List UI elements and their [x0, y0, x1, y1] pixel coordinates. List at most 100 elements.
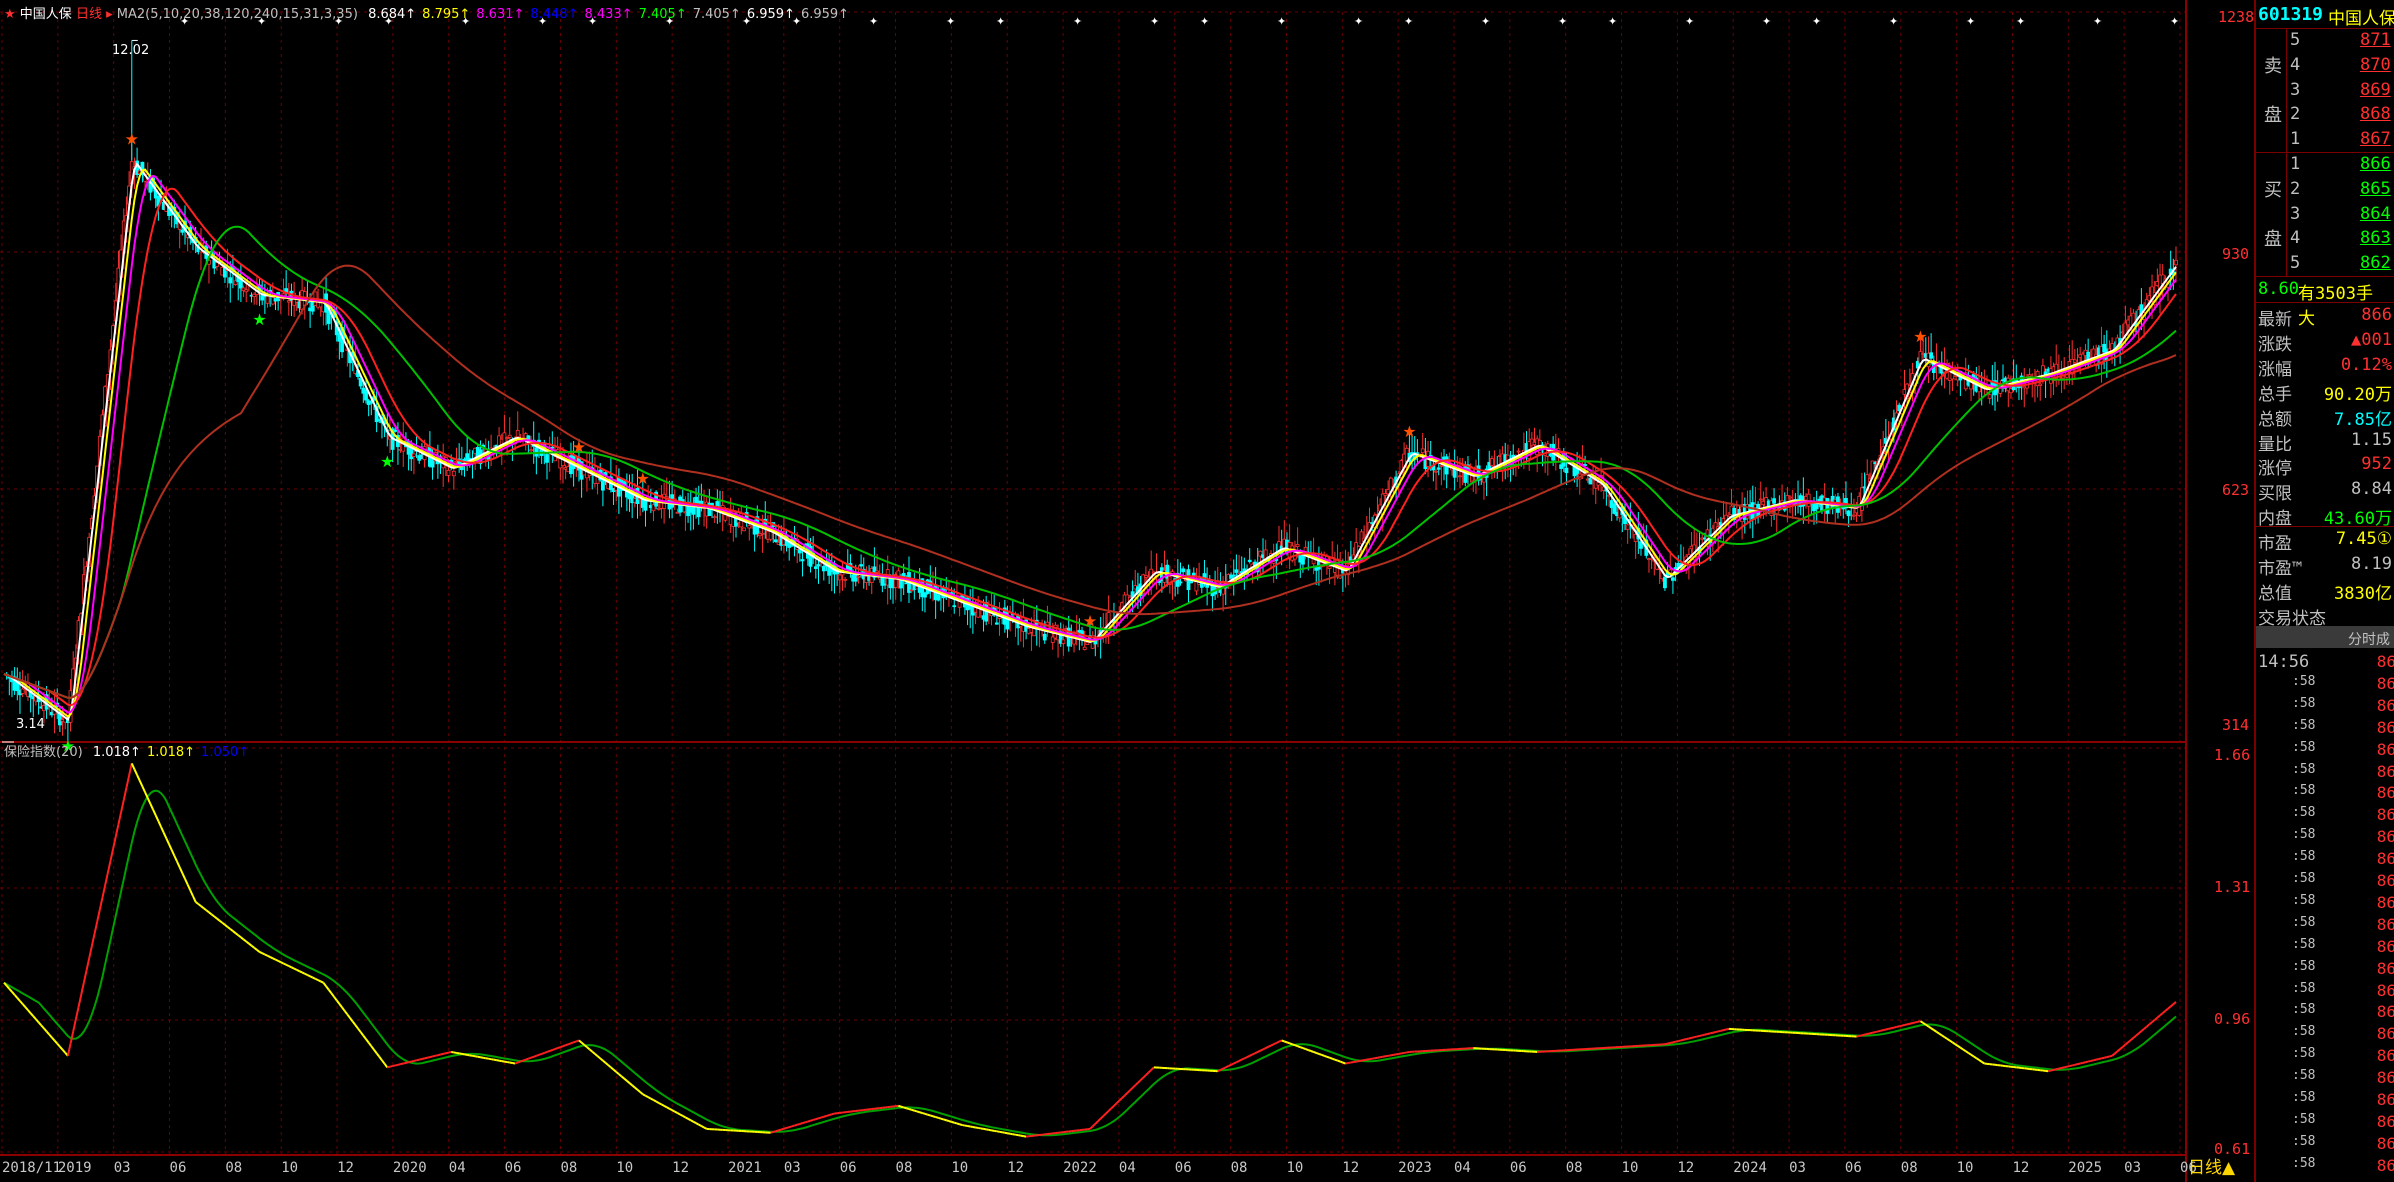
indicator-segment: [604, 1062, 609, 1066]
top-marker: ✦: [869, 15, 878, 28]
date-label: 03: [2124, 1160, 2141, 1176]
sell-row[interactable]: 4 870: [2256, 53, 2394, 77]
indicator-segment: [322, 982, 327, 987]
indicator-segment: [517, 1060, 521, 1064]
chart-area[interactable]: ★ ★ ★ ★ ★ ★ ★ ★ ★ ✦ ✦ ✦ ✦ ✦ ✦ ✦ ✦ ✦ ✦ ✦ ✦ ✦ ✦ ✦ ✦ ✦ ✦ ✦ ✦ ✦ ✦ ✦ ✦ ✦ ✦ ✦ ✦ ✦ ✦ …: [0, 0, 2254, 1182]
sell-row[interactable]: 5 871: [2256, 28, 2394, 52]
indicator-segment: [106, 860, 112, 874]
indicator-segment: [189, 889, 194, 897]
indicator-segment: [170, 849, 176, 857]
indicator-segment: [419, 1058, 423, 1061]
top-marker: ✦: [1277, 15, 1286, 28]
tick-price: 86: [2376, 1155, 2394, 1175]
indicator-segment: [2148, 1021, 2153, 1026]
buy-row-level: 3: [2290, 203, 2301, 224]
indicator-segment: [1286, 1041, 1290, 1045]
indicator-segment: [72, 1019, 77, 1032]
ma-value-0: 8.684↑: [368, 7, 417, 22]
indicator-segment: [138, 780, 144, 787]
indicator-segment: [362, 1035, 367, 1040]
candle-body: [1061, 639, 1066, 644]
indicator-segment: [778, 1128, 782, 1132]
indicator-segment: [541, 1051, 545, 1055]
candle-body: [1987, 394, 1992, 399]
indicator-segment: [395, 1063, 399, 1067]
indicator-segment: [804, 1120, 809, 1124]
indicator-segment: [573, 1040, 577, 1044]
ma-label[interactable]: MA2(5,10,20,38,120,240,15,31,3,35): [117, 7, 358, 22]
indicator-segment: [2050, 1068, 2054, 1072]
indicator-axis-top: 1.66: [2214, 746, 2251, 764]
buy-row[interactable]: 4 863: [2256, 226, 2394, 250]
ma-value-2: 8.631↑: [476, 7, 525, 22]
top-marker: ✦: [1685, 15, 1694, 28]
tick-time: :58: [2292, 761, 2316, 777]
stock-name[interactable]: 中国人保: [20, 7, 72, 22]
sell-row[interactable]: 2 868: [2256, 102, 2394, 126]
indicator-segment: [109, 848, 115, 862]
indicator-segment: [48, 1033, 53, 1039]
indicator-segment: [562, 1044, 566, 1048]
indicator-segment: [226, 926, 231, 930]
buy-row[interactable]: 3 864: [2256, 202, 2394, 226]
stat-value: 8.84: [2351, 479, 2392, 500]
indicator-segment: [642, 1093, 646, 1097]
top-marker: ✦: [2093, 15, 2102, 28]
indicator-segment: [186, 884, 192, 891]
indicator-segment: [610, 1066, 615, 1071]
buy-row[interactable]: 2 865: [2256, 177, 2394, 201]
date-label: 12: [1342, 1160, 1360, 1176]
indicator-segment: [211, 913, 215, 918]
indicator-segment: [338, 1003, 343, 1008]
candle-body: [1772, 498, 1776, 504]
top-marker: ✦: [996, 15, 1005, 28]
indicator-segment: [53, 1039, 58, 1045]
top-marker: ✦: [1966, 15, 1975, 28]
indicator-segment: [32, 1015, 37, 1020]
indicator-segment: [237, 934, 242, 939]
ticks-tab[interactable]: 分时成: [2256, 626, 2394, 648]
sell-row-level: 3: [2290, 79, 2301, 100]
indicator-segment: [596, 1055, 601, 1060]
buy-row[interactable]: 1 866: [2256, 152, 2394, 176]
tick-time: :58: [2292, 739, 2316, 755]
indicator-segment: [343, 1010, 349, 1016]
indicator-segment: [325, 985, 330, 991]
buy-row[interactable]: 5 862: [2256, 251, 2394, 275]
indicator-segment: [2071, 1063, 2076, 1067]
indicator-segment: [307, 974, 311, 978]
candle-body: [774, 539, 778, 543]
arrow-icon: ▸: [106, 7, 113, 22]
kline-chart[interactable]: ★★★★★★★★★✦ ✦ ✦ ✦ ✦ ✦ ✦ ✦ ✦ ✦ ✦ ✦ ✦ ✦ ✦ ✦ ✦ ✦ ✦ ✦ ✦ ✦ ✦ ✦ ✦ ✦ ✦ ✦ ✦ ✦: [0, 0, 2254, 1182]
indicator-segment: [1957, 1045, 1961, 1049]
period-button[interactable]: 日线▲: [2188, 1153, 2235, 1178]
indicator-segment: [900, 1105, 904, 1109]
buy-row-price: 862: [2360, 253, 2391, 274]
indicator-segment: [299, 970, 303, 974]
indicator-segment: [2135, 1032, 2140, 1037]
period-label[interactable]: 日线: [76, 7, 102, 22]
date-label: 04: [1118, 1160, 1136, 1176]
indicator-segment: [543, 1051, 548, 1054]
tick-time: :58: [2292, 892, 2316, 908]
sell-row-price: 871: [2360, 30, 2391, 50]
indicator-segment: [1230, 1062, 1235, 1066]
indicator-segment: [354, 1024, 359, 1030]
sell-row[interactable]: 3 869: [2256, 78, 2394, 102]
candle-body: [534, 447, 539, 457]
indicator-segment: [269, 956, 274, 960]
indicator-segment: [365, 1038, 370, 1044]
candle-body: [2038, 383, 2043, 386]
date-label: 03: [783, 1160, 801, 1176]
indicator-segment: [2079, 1061, 2084, 1065]
indicator-segment: [1113, 1102, 1118, 1107]
indicator-name[interactable]: 保险指数(20): [4, 745, 83, 760]
candle-body: [936, 594, 941, 601]
candle-body: [1647, 558, 1651, 560]
ma-value-4: 8.433↑: [584, 7, 633, 22]
date-label: 08: [1565, 1160, 1583, 1176]
indicator-segment: [533, 1054, 537, 1058]
indicator-segment: [208, 911, 213, 916]
indicator-segment: [45, 1030, 51, 1036]
sell-row[interactable]: 1 867: [2256, 127, 2394, 151]
